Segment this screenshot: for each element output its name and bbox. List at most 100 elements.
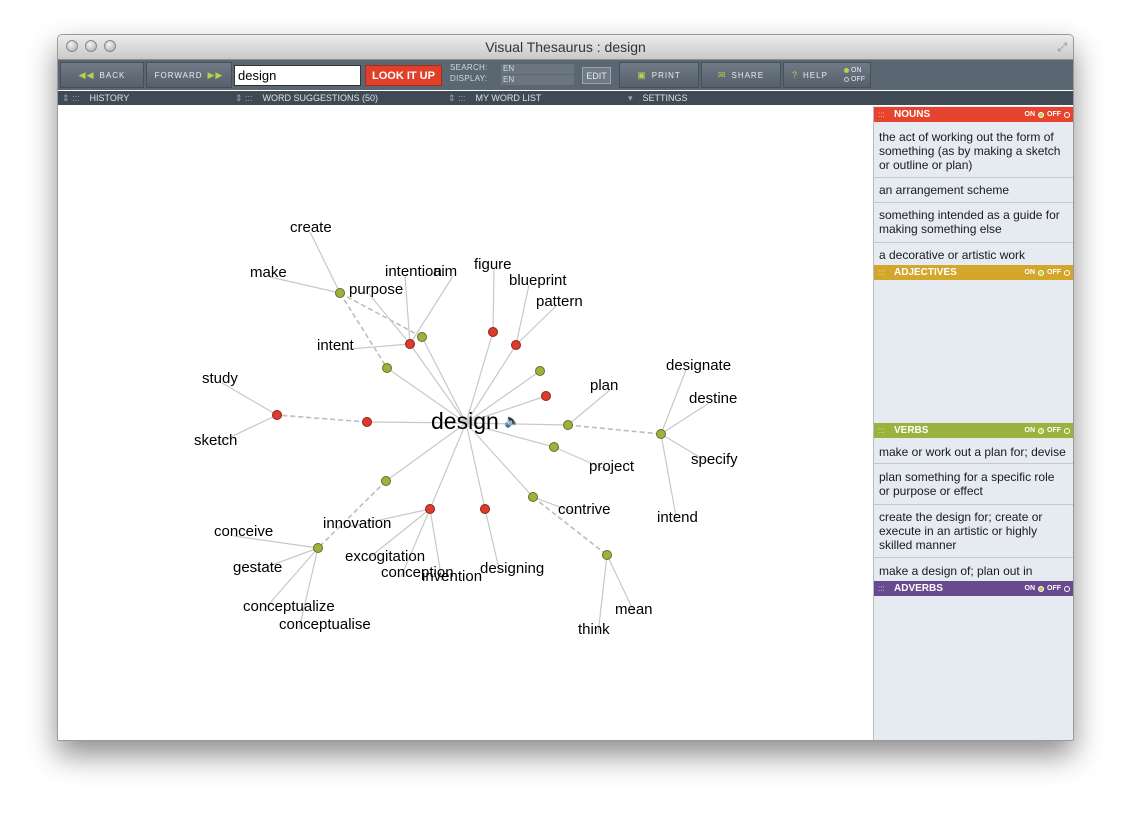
verb-meaning-node[interactable] xyxy=(417,332,427,342)
forward-button[interactable]: FORWARD ▶▶ xyxy=(146,62,232,88)
word-conceptualize[interactable]: conceptualize xyxy=(243,599,335,614)
word-invention[interactable]: invention xyxy=(422,569,482,584)
word-sketch[interactable]: sketch xyxy=(194,433,237,448)
on-label: ON xyxy=(1024,585,1036,592)
verb-meaning-node[interactable] xyxy=(656,429,666,439)
word-innovation[interactable]: innovation xyxy=(323,516,391,531)
word-contrive[interactable]: contrive xyxy=(558,502,611,517)
word-study[interactable]: study xyxy=(202,371,238,386)
word-intent[interactable]: intent xyxy=(317,338,354,353)
word-link-line xyxy=(404,275,411,345)
nouns-section-header[interactable]: ::: NOUNS ON OFF xyxy=(874,107,1073,122)
verb-meaning-node[interactable] xyxy=(563,420,573,430)
history-tab[interactable]: ⇕ ::: HISTORY xyxy=(62,91,129,105)
title-bar: Visual Thesaurus : design ⤢ xyxy=(58,35,1073,60)
word-project[interactable]: project xyxy=(589,459,634,474)
word-specify[interactable]: specify xyxy=(691,452,738,467)
noun-meaning-node[interactable] xyxy=(272,410,282,420)
link-line xyxy=(465,422,534,498)
word-plan[interactable]: plan xyxy=(590,378,618,393)
word-designing[interactable]: designing xyxy=(480,561,544,576)
word-blueprint[interactable]: blueprint xyxy=(509,273,567,288)
help-on-option[interactable]: ON xyxy=(844,67,862,74)
verb-meaning-node[interactable] xyxy=(382,363,392,373)
verbs-toggle[interactable]: ON OFF xyxy=(1025,423,1070,438)
noun-definition-2[interactable]: an arrangement scheme xyxy=(874,178,1073,203)
printer-icon: ▣ xyxy=(637,69,647,80)
drag-handle-icon: ::: xyxy=(878,584,885,593)
word-designate[interactable]: designate xyxy=(666,358,731,373)
display-language-value[interactable]: EN xyxy=(501,75,574,85)
drag-handle-icon: ::: xyxy=(878,426,885,435)
center-word[interactable]: design xyxy=(431,410,499,433)
nouns-toggle[interactable]: ON OFF xyxy=(1024,107,1070,122)
word-gestate[interactable]: gestate xyxy=(233,560,282,575)
back-button[interactable]: ◀◀ BACK xyxy=(60,62,144,88)
verb-meaning-node[interactable] xyxy=(549,442,559,452)
adverbs-toggle[interactable]: ON OFF xyxy=(1024,581,1070,596)
word-link-line xyxy=(309,231,341,294)
noun-meaning-node[interactable] xyxy=(541,391,551,401)
verb-definition-3[interactable]: create the design for; create or execute… xyxy=(874,505,1073,558)
word-conceptualise[interactable]: conceptualise xyxy=(279,617,371,632)
speaker-icon[interactable]: 🔈 xyxy=(504,414,520,427)
verbs-label: VERBS xyxy=(894,425,929,436)
word-excogitation[interactable]: excogitation xyxy=(345,549,425,564)
adverbs-section-header[interactable]: ::: ADVERBS ON OFF xyxy=(874,581,1073,596)
verb-meaning-node[interactable] xyxy=(381,476,391,486)
noun-definition-4[interactable]: a decorative or artistic work xyxy=(874,243,1073,265)
verbs-section-header[interactable]: ::: VERBS ON OFF xyxy=(874,423,1073,438)
noun-meaning-node[interactable] xyxy=(362,417,372,427)
verb-definition-4[interactable]: make a design of; plan out in xyxy=(874,558,1073,581)
adjectives-toggle[interactable]: ON OFF xyxy=(1025,265,1070,280)
search-input[interactable] xyxy=(234,65,361,86)
verb-definition-2[interactable]: plan something for a specific role or pu… xyxy=(874,464,1073,505)
off-label: OFF xyxy=(1047,111,1061,118)
verb-meaning-node[interactable] xyxy=(313,543,323,553)
noun-definition-1[interactable]: the act of working out the form of somet… xyxy=(874,123,1073,178)
history-label: HISTORY xyxy=(89,93,130,103)
edit-language-button[interactable]: EDIT xyxy=(582,67,611,84)
noun-meaning-node[interactable] xyxy=(405,339,415,349)
word-think[interactable]: think xyxy=(578,622,610,637)
word-intend[interactable]: intend xyxy=(657,510,698,525)
search-language-label: SEARCH: xyxy=(450,63,488,72)
print-button[interactable]: ▣ PRINT xyxy=(619,62,699,88)
verb-meaning-node[interactable] xyxy=(602,550,612,560)
word-purpose[interactable]: purpose xyxy=(349,282,403,297)
word-make[interactable]: make xyxy=(250,265,287,280)
dashed-link-line xyxy=(276,414,368,423)
word-suggestions-tab[interactable]: ⇕ ::: WORD SUGGESTIONS (50) xyxy=(235,91,378,105)
my-word-list-tab[interactable]: ⇕ ::: MY WORD LIST xyxy=(448,91,541,105)
share-button[interactable]: ✉ SHARE xyxy=(701,62,781,88)
word-conceive[interactable]: conceive xyxy=(214,524,273,539)
verb-meaning-node[interactable] xyxy=(535,366,545,376)
noun-definition-3[interactable]: something intended as a guide for making… xyxy=(874,203,1073,243)
noun-meaning-node[interactable] xyxy=(488,327,498,337)
word-map-canvas[interactable]: design 🔈 create make intention aim purpose inte… xyxy=(58,106,873,740)
help-icon: ? xyxy=(792,70,799,80)
noun-meaning-node[interactable] xyxy=(480,504,490,514)
verb-definition-1[interactable]: make or work out a plan for; devise xyxy=(874,439,1073,464)
verb-meaning-node[interactable] xyxy=(528,492,538,502)
drag-handle-icon: ⇕ ::: xyxy=(62,93,80,103)
help-button[interactable]: ? HELP xyxy=(783,62,871,88)
noun-meaning-node[interactable] xyxy=(425,504,435,514)
word-pattern[interactable]: pattern xyxy=(536,294,583,309)
verb-meaning-node[interactable] xyxy=(335,288,345,298)
settings-tab[interactable]: ▾ SETTINGS xyxy=(628,91,688,105)
noun-meaning-node[interactable] xyxy=(511,340,521,350)
word-mean[interactable]: mean xyxy=(615,602,653,617)
word-create[interactable]: create xyxy=(290,220,332,235)
word-aim[interactable]: aim xyxy=(433,264,457,279)
look-it-up-button[interactable]: LOOK IT UP xyxy=(365,65,442,86)
word-destine[interactable]: destine xyxy=(689,391,737,406)
help-off-option[interactable]: OFF xyxy=(844,76,865,83)
adjectives-section-header[interactable]: ::: ADJECTIVES ON OFF xyxy=(874,265,1073,280)
fullscreen-icon[interactable]: ⤢ xyxy=(1057,40,1067,55)
on-label: ON xyxy=(1024,111,1036,118)
word-suggestions-label: WORD SUGGESTIONS (50) xyxy=(262,93,379,103)
word-figure[interactable]: figure xyxy=(474,257,512,272)
dashed-link-line xyxy=(339,292,388,369)
search-language-value[interactable]: EN xyxy=(501,64,574,74)
